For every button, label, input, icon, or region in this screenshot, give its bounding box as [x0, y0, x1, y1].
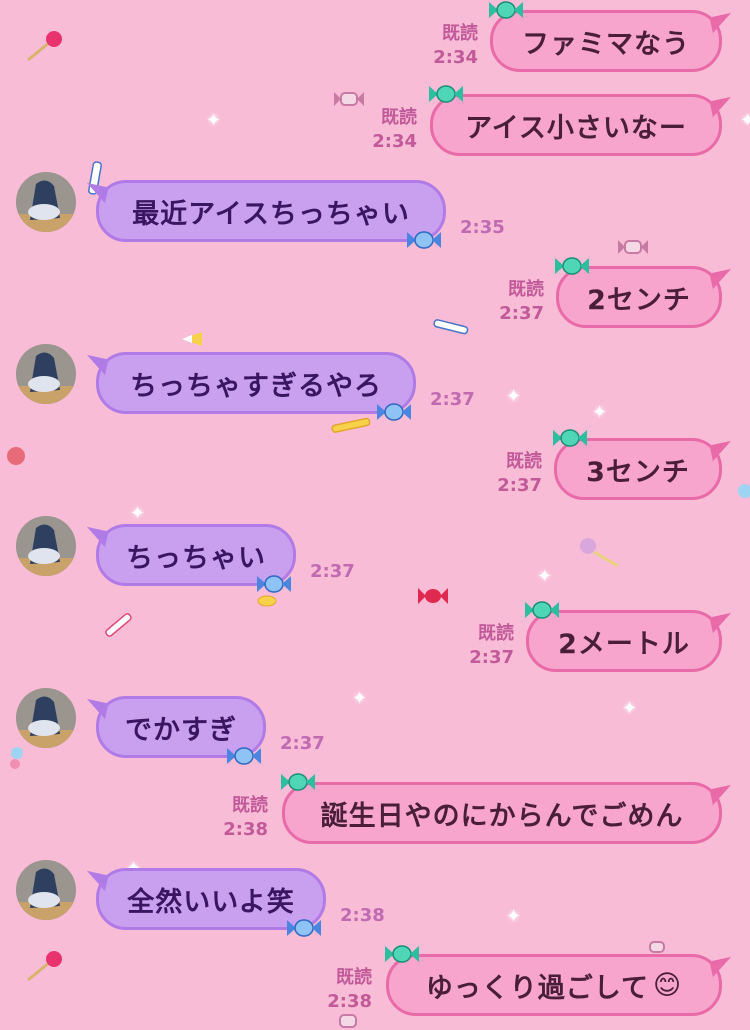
read-receipt: 既読 [381, 107, 417, 128]
message-row: 既読 2:38 誕生日やのにからんでごめん [0, 773, 750, 852]
message-bubble-incoming[interactable]: 全然いいよ笑 [96, 868, 326, 937]
message-text: 全然いいよ笑 [127, 886, 295, 918]
message-meta: 既読 2:34 [433, 22, 478, 70]
timestamp: 2:34 [372, 131, 417, 152]
message-meta: 既読 2:37 [469, 622, 514, 670]
message-text: 誕生日やのにからんでごめん [320, 800, 684, 832]
chat-log: 既読 2:34 ファミマなう 既読 2:34 アイス小さいなー 最近アイスちっち… [0, 0, 750, 1030]
message-bubble-outgoing[interactable]: 誕生日やのにからんでごめん [281, 773, 722, 844]
timestamp: 2:38 [340, 905, 385, 926]
timestamp: 2:37 [310, 561, 355, 582]
message-text: 3センチ [586, 456, 690, 488]
message-bubble-outgoing[interactable]: ファミマなう [489, 1, 722, 72]
message-meta: 既読 2:38 [327, 966, 372, 1014]
message-text: 2センチ [587, 284, 691, 316]
message-text: 最近アイスちっちゃい [132, 198, 410, 230]
read-receipt: 既読 [508, 279, 544, 300]
message-bubble-incoming[interactable]: ちっちゃすぎるやろ [96, 352, 416, 421]
message-row: 全然いいよ笑 2:38 [0, 860, 750, 938]
message-row: 既読 2:37 3センチ [0, 429, 750, 508]
message-row: でかすぎ 2:37 [0, 688, 750, 766]
candy-icon [489, 1, 523, 19]
message-bubble-incoming[interactable]: 最近アイスちっちゃい [96, 180, 446, 249]
timestamp: 2:37 [469, 647, 514, 668]
timestamp: 2:37 [499, 303, 544, 324]
avatar[interactable] [16, 688, 76, 748]
timestamp: 2:34 [433, 47, 478, 68]
candy-icon [525, 601, 559, 619]
message-meta: 既読 2:37 [499, 278, 544, 326]
read-receipt: 既読 [442, 23, 478, 44]
message-row: ちっちゃすぎるやろ 2:37 [0, 344, 750, 422]
candy-icon [281, 773, 315, 791]
message-text: ファミマなう [522, 28, 690, 60]
candy-icon [429, 85, 463, 103]
read-receipt: 既読 [336, 967, 372, 988]
message-text: ちっちゃすぎるやろ [130, 370, 382, 402]
avatar-photo-icon [16, 172, 76, 232]
candy-icon [227, 747, 261, 765]
candy-icon [377, 403, 411, 421]
avatar-photo-icon [16, 688, 76, 748]
avatar-photo-icon [16, 860, 76, 920]
message-meta: 既読 2:34 [372, 106, 417, 154]
message-text: ゆっくり過ごして [425, 972, 650, 1004]
timestamp: 2:37 [497, 475, 542, 496]
message-meta: 既読 2:37 [497, 450, 542, 498]
timestamp: 2:35 [460, 217, 505, 238]
timestamp: 2:38 [223, 819, 268, 840]
message-row: 既読 2:38 ゆっくり過ごして 😊 [0, 945, 750, 1024]
read-receipt: 既読 [506, 451, 542, 472]
message-row: 最近アイスちっちゃい 2:35 [0, 172, 750, 250]
message-text: アイス小さいなー [465, 112, 687, 144]
message-text: ちっちゃい [126, 542, 266, 574]
message-meta: 既読 2:38 [223, 794, 268, 842]
message-bubble-outgoing[interactable]: アイス小さいなー [429, 85, 722, 156]
message-bubble-outgoing[interactable]: ゆっくり過ごして 😊 [385, 945, 722, 1016]
candy-icon [553, 429, 587, 447]
avatar-photo-icon [16, 516, 76, 576]
candy-icon [257, 575, 291, 593]
message-text: でかすぎ [125, 714, 237, 746]
message-bubble-incoming[interactable]: ちっちゃい [96, 524, 296, 593]
message-bubble-outgoing[interactable]: 2メートル [525, 601, 722, 672]
avatar-photo-icon [16, 344, 76, 404]
read-receipt: 既読 [478, 623, 514, 644]
timestamp: 2:37 [430, 389, 475, 410]
avatar[interactable] [16, 516, 76, 576]
timestamp: 2:37 [280, 733, 325, 754]
message-row: 既読 2:34 ファミマなう [0, 1, 750, 80]
message-row: 既読 2:37 2メートル [0, 601, 750, 680]
message-row: 既読 2:34 アイス小さいなー [0, 85, 750, 164]
avatar[interactable] [16, 172, 76, 232]
message-bubble-outgoing[interactable]: 3センチ [553, 429, 722, 500]
message-row: ちっちゃい 2:37 [0, 516, 750, 594]
read-receipt: 既読 [232, 795, 268, 816]
candy-icon [287, 919, 321, 937]
smiling-face-emoji: 😊 [653, 969, 683, 1001]
message-text: 2メートル [558, 628, 690, 660]
message-bubble-incoming[interactable]: でかすぎ [96, 696, 266, 765]
message-bubble-outgoing[interactable]: 2センチ [555, 257, 722, 328]
message-row: 既読 2:37 2センチ [0, 257, 750, 336]
avatar[interactable] [16, 860, 76, 920]
candy-icon [407, 231, 441, 249]
avatar[interactable] [16, 344, 76, 404]
timestamp: 2:38 [327, 991, 372, 1012]
candy-icon [385, 945, 419, 963]
candy-icon [555, 257, 589, 275]
